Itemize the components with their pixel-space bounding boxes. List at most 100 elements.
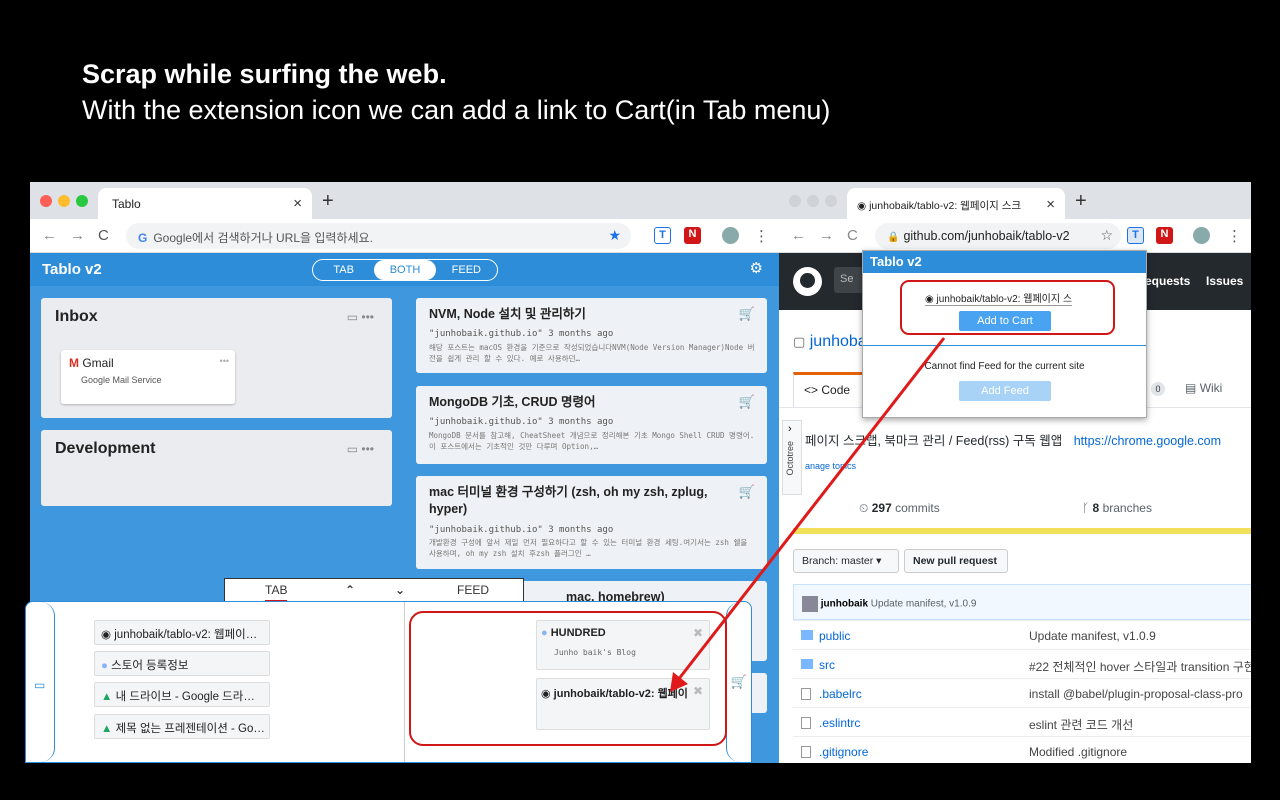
tablo-extension-icon[interactable]: T — [654, 227, 671, 244]
commits-link[interactable]: ⏲ 297 commits — [859, 501, 940, 516]
panel-tab-tab[interactable]: TAB — [265, 583, 288, 602]
no-feed-message: Cannot find Feed for the current site — [924, 361, 1085, 372]
popup-highlight-box — [900, 280, 1115, 335]
window-icon[interactable]: ▭ — [347, 310, 358, 324]
saved-link[interactable]: ● 스토어 등록정보 — [94, 651, 270, 676]
cart-icon[interactable]: 🛒 — [739, 306, 755, 322]
cart-icon[interactable]: 🛒 — [739, 394, 755, 410]
popup-title: Tablo v2 — [863, 251, 1146, 273]
file-name[interactable]: .gitignore — [819, 745, 868, 759]
commit-author[interactable]: junhobaik — [821, 599, 868, 610]
file-name[interactable]: public — [819, 629, 850, 643]
reload-icon[interactable]: C — [98, 227, 109, 244]
segment-both[interactable]: BOTH — [374, 260, 436, 280]
github-logo-icon[interactable] — [793, 267, 822, 296]
branch-selector[interactable]: Branch: master ▾ — [793, 549, 899, 573]
file-commit-message[interactable]: eslint 관련 코드 개선 — [1029, 716, 1133, 733]
column-title: Inbox — [55, 308, 98, 325]
close-icon[interactable]: × — [293, 195, 302, 212]
new-tab-icon[interactable]: + — [322, 190, 334, 213]
omnibox[interactable]: G Google에서 검색하거나 URL을 입력하세요. ★ — [126, 223, 631, 249]
feed-item[interactable]: MongoDB 기초, CRUD 명령어 🛒 "junhobaik.github… — [416, 386, 767, 464]
tab-wiki[interactable]: ▤ Wiki — [1185, 381, 1222, 395]
browser-tab-tablo[interactable]: Tablo × — [98, 188, 312, 219]
chevron-double-up-icon[interactable]: ⌃ — [345, 583, 355, 597]
star-icon[interactable]: ☆ — [1100, 227, 1113, 244]
file-name[interactable]: .babelrc — [819, 687, 862, 701]
add-feed-button[interactable]: Add Feed — [959, 381, 1051, 401]
gear-icon[interactable]: ⚙ — [750, 259, 763, 277]
saved-link[interactable]: ◉ junhobaik/tablo-v2: 웹페이… — [94, 620, 270, 645]
search-input[interactable]: Se — [834, 267, 864, 293]
file-name[interactable]: .eslintrc — [819, 716, 860, 730]
repo-homepage-link[interactable]: https://chrome.google.com — [1074, 434, 1221, 448]
back-icon[interactable]: ← — [42, 227, 57, 244]
minimize-window-button[interactable] — [58, 195, 70, 207]
column-actions[interactable]: ▭ ••• — [347, 442, 374, 456]
file-commit-message[interactable]: install @babel/plugin-proposal-class-pro — [1029, 687, 1243, 701]
window-icon[interactable]: ▭ — [34, 678, 45, 692]
back-icon[interactable]: ← — [791, 227, 806, 244]
avatar[interactable] — [802, 596, 818, 612]
saved-link[interactable]: ▲ 제목 없는 프레젠테이션 - Go… — [94, 714, 270, 739]
new-tab-icon[interactable]: + — [1075, 190, 1087, 213]
n-extension-icon[interactable]: N — [684, 227, 701, 244]
panel-tab-feed[interactable]: FEED — [457, 583, 489, 597]
file-commit-message[interactable]: Modified .gitignore — [1029, 745, 1127, 759]
forward-icon[interactable]: → — [819, 227, 834, 244]
file-commit-message[interactable]: Update manifest, v1.0.9 — [1029, 629, 1156, 643]
file-row[interactable]: src #22 전체적인 hover 스타일과 transition 구현 — [793, 649, 1251, 678]
close-icon[interactable]: × — [1042, 196, 1055, 213]
view-mode-switch[interactable]: TAB BOTH FEED — [312, 259, 498, 281]
menu-icon[interactable]: ⋮ — [754, 227, 769, 245]
cart-icon[interactable]: 🛒 — [739, 484, 755, 500]
commit-message[interactable]: Update manifest, v1.0.9 — [871, 599, 977, 610]
avatar[interactable] — [1193, 227, 1210, 244]
file-name[interactable]: src — [819, 658, 835, 672]
n-extension-icon[interactable]: N — [1156, 227, 1173, 244]
more-icon[interactable]: ••• — [361, 310, 374, 324]
tablo-extension-icon[interactable]: T — [1127, 227, 1144, 244]
more-icon[interactable]: ••• — [361, 442, 374, 456]
column-actions[interactable]: ▭ ••• — [347, 310, 374, 324]
browser-tab-github[interactable]: ◉ junhobaik/tablo-v2: 웹페이지 스크 × — [847, 188, 1065, 219]
manage-topics-link[interactable]: anage topics — [805, 461, 856, 471]
reload-icon[interactable]: C — [847, 227, 858, 244]
tab-code[interactable]: <> Code — [793, 372, 871, 408]
feed-item[interactable]: mac 터미널 환경 구성하기 (zsh, oh my zsh, zplug, … — [416, 476, 767, 569]
headline-title: Scrap while surfing the web. — [82, 59, 447, 89]
repo-title[interactable]: ▢ junhoba — [793, 333, 867, 351]
forward-icon[interactable]: → — [70, 227, 85, 244]
file-row[interactable]: .babelrc install @babel/plugin-proposal-c… — [793, 678, 1251, 707]
saved-link[interactable]: ▲ 내 드라이브 - Google 드라… — [94, 682, 270, 707]
octotree-toggle[interactable]: › Octotree — [782, 420, 802, 495]
nav-issues[interactable]: Issues — [1206, 274, 1243, 288]
headline: Scrap while surfing the web. With the ex… — [82, 56, 830, 128]
menu-icon[interactable]: ⋮ — [1227, 227, 1242, 245]
minimize-window-button[interactable] — [807, 195, 819, 207]
close-window-button[interactable] — [789, 195, 801, 207]
branches-link[interactable]: ᚴ 8 branches — [1082, 501, 1152, 515]
file-commit-message[interactable]: #22 전체적인 hover 스타일과 transition 구현 — [1029, 658, 1251, 675]
new-pull-request-button[interactable]: New pull request — [904, 549, 1008, 573]
segment-tab[interactable]: TAB — [313, 260, 374, 280]
file-row[interactable]: .gitignore Modified .gitignore — [793, 736, 1251, 763]
omnibox[interactable]: 🔒 github.com/junhobaik/tablo-v2 ☆ — [875, 223, 1121, 249]
window-icon[interactable]: ▭ — [347, 442, 358, 456]
app-title: Tablo v2 — [42, 261, 102, 278]
file-row[interactable]: public Update manifest, v1.0.9 — [793, 620, 1251, 649]
star-icon[interactable]: ★ — [608, 227, 621, 244]
cart-icon[interactable]: 🛒 — [731, 674, 747, 690]
avatar[interactable] — [722, 227, 739, 244]
feed-item[interactable]: NVM, Node 설치 및 관리하기 🛒 "junhobaik.github.… — [416, 298, 767, 373]
close-window-button[interactable] — [40, 195, 52, 207]
maximize-window-button[interactable] — [76, 195, 88, 207]
maximize-window-button[interactable] — [825, 195, 837, 207]
more-icon[interactable]: ••• — [220, 356, 229, 366]
nav-pull-requests[interactable]: equests — [1145, 274, 1190, 288]
segment-feed[interactable]: FEED — [436, 260, 497, 280]
link-card-gmail[interactable]: M Gmail Google Mail Service ••• — [61, 350, 235, 404]
chevron-down-icon[interactable]: ⌄ — [395, 583, 405, 597]
file-row[interactable]: .eslintrc eslint 관련 코드 개선 — [793, 707, 1251, 736]
drive-icon: ▲ — [101, 723, 113, 735]
